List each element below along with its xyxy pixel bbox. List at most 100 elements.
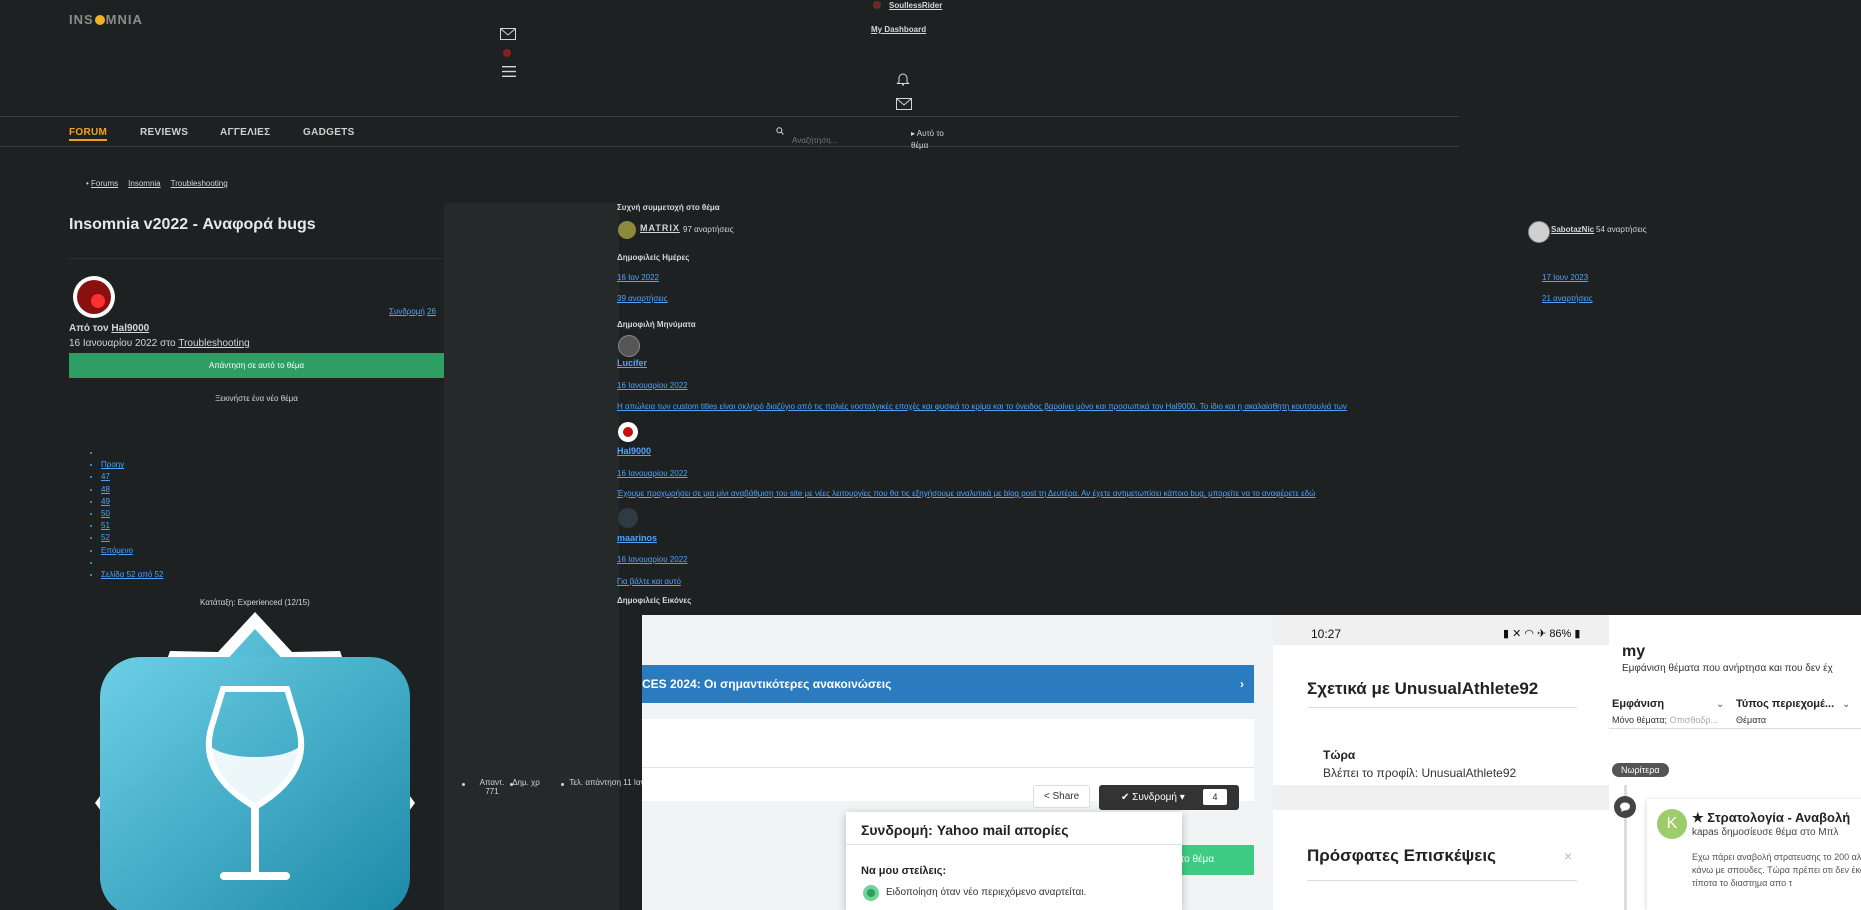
ces-banner-text: CES 2024: Οι σημαντικότερες ανακοινώσεις bbox=[642, 677, 892, 691]
pagination-empty bbox=[101, 557, 163, 569]
status-time: 10:27 bbox=[1311, 627, 1342, 641]
message-avatar[interactable] bbox=[618, 422, 638, 442]
screenshot-panel-my-content: my Εμφάνιση θέματα που ανήρτησα και που … bbox=[1609, 615, 1861, 910]
site-logo[interactable]: INS MNIA bbox=[69, 12, 143, 27]
recent-visits-title: Πρόσφατες Επισκέψεις bbox=[1307, 846, 1496, 865]
bell-icon[interactable] bbox=[896, 72, 910, 88]
breadcrumb: • Forums Insomnia Troubleshooting bbox=[86, 179, 228, 188]
popular-day-count[interactable]: 21 αναρτήσεις bbox=[1542, 294, 1593, 303]
message-author[interactable]: Lucifer bbox=[617, 358, 647, 368]
popup-title: Συνδρομή: Yahoo mail απορίες bbox=[861, 822, 1069, 838]
message-avatar[interactable] bbox=[618, 335, 640, 357]
topic-date: 16 Ιανουαρίου 2022 στο Troubleshooting bbox=[69, 338, 250, 349]
notify-radio[interactable] bbox=[863, 885, 879, 901]
share-label: Share bbox=[1052, 791, 1080, 802]
popular-day-count[interactable]: 39 αναρτήσεις bbox=[617, 294, 668, 303]
filter-show-value[interactable]: Μόνο θέματα; Οπισθοδρ... bbox=[1612, 715, 1718, 725]
new-topic-button[interactable]: Ξεκινήστε ένα νέο θέμα bbox=[69, 394, 444, 403]
share-button[interactable]: < Share bbox=[1033, 785, 1090, 808]
message-author[interactable]: maarinos bbox=[617, 533, 657, 543]
post-excerpt: Εχω πάρει αναβολή στρατευσης το 200 αλλο… bbox=[1692, 852, 1861, 888]
filter-type-label[interactable]: Τύπος περιεχομέ... bbox=[1736, 698, 1834, 710]
activity-time: Τώρα bbox=[1323, 748, 1356, 762]
pagination-page[interactable]: 47 bbox=[101, 472, 110, 481]
chevron-down-icon[interactable]: ⌄ bbox=[1716, 699, 1724, 710]
filter-type-value[interactable]: Θέματα bbox=[1736, 715, 1766, 725]
breadcrumb-forums[interactable]: Forums bbox=[91, 179, 118, 188]
breadcrumb-insomnia[interactable]: Insomnia bbox=[128, 179, 160, 188]
reply-button[interactable]: Απάντηση σε αυτό το θέμα bbox=[69, 353, 444, 378]
message-date[interactable]: 16 Ιανουαρίου 2022 bbox=[617, 469, 688, 478]
post-author-line: kapas δημοσίευσε θέμα στο Μπλ bbox=[1692, 827, 1839, 838]
avatar[interactable] bbox=[503, 49, 511, 57]
post-title[interactable]: ★ Στρατολογία - Αναβολή bbox=[1692, 810, 1850, 826]
post-avatar[interactable]: K bbox=[1657, 809, 1687, 839]
popup-send-label: Να μου στείλεις: bbox=[861, 865, 947, 877]
search-icon[interactable] bbox=[776, 127, 784, 137]
username-link[interactable]: SoullessRider bbox=[889, 1, 942, 10]
message-avatar[interactable] bbox=[618, 508, 638, 528]
close-icon[interactable]: × bbox=[1564, 848, 1572, 864]
about-card bbox=[1273, 645, 1609, 785]
subscribe-count[interactable]: Συνδρομή 26 bbox=[389, 307, 436, 316]
notify-option-label[interactable]: Ειδοποίηση όταν νέο περιεχόμενο αναρτείτ… bbox=[886, 887, 1086, 898]
popular-messages-title: Δημοφιλή Μηνύματα bbox=[617, 320, 696, 329]
ces-banner[interactable]: CES 2024: Οι σημαντικότερες ανακοινώσεις… bbox=[642, 665, 1254, 703]
filter-show-label[interactable]: Εμφάνιση bbox=[1612, 698, 1664, 710]
pagination-page[interactable]: 48 bbox=[101, 485, 110, 494]
message-excerpt[interactable]: Για βάλτε και αυτό bbox=[617, 577, 681, 586]
search-scope-select[interactable]: ▸ Αυτό το θέμα bbox=[911, 128, 961, 152]
nav-forum[interactable]: FORUM bbox=[69, 127, 108, 141]
divider bbox=[0, 116, 1459, 117]
user-avatar[interactable] bbox=[873, 1, 881, 9]
poster-name[interactable]: SabotazNic bbox=[1551, 225, 1594, 234]
pagination-page[interactable]: 52 bbox=[101, 533, 110, 542]
message-excerpt[interactable]: Έχουμε προχωρήσει σε μια μίνι αναβάθμιση… bbox=[617, 489, 1315, 498]
topic-column-background bbox=[444, 203, 619, 910]
author-link[interactable]: Hal9000 bbox=[111, 323, 149, 334]
rank-badge-icon bbox=[65, 607, 445, 910]
message-date[interactable]: 16 Ιανουαρίου 2022 bbox=[617, 381, 688, 390]
pagination-next[interactable]: Επόμενο bbox=[101, 546, 133, 555]
message-excerpt[interactable]: Η απώλεια των custom titles είναι σκληρό… bbox=[617, 402, 1347, 411]
popular-images-title: Δημοφιλείς Εικόνες bbox=[617, 596, 692, 605]
activity-post-card[interactable]: K ★ Στρατολογία - Αναβολή kapas δημοσίευ… bbox=[1647, 799, 1861, 910]
divider bbox=[69, 258, 444, 259]
divider bbox=[846, 844, 1182, 845]
message-author[interactable]: Hal9000 bbox=[617, 446, 651, 456]
poster-name[interactable]: MATRIX bbox=[640, 223, 680, 233]
pagination-page[interactable]: 51 bbox=[101, 521, 110, 530]
poster-avatar[interactable] bbox=[618, 221, 636, 239]
breadcrumb-troubleshooting[interactable]: Troubleshooting bbox=[171, 179, 228, 188]
popular-day-date[interactable]: 16 Ιαν 2022 bbox=[617, 273, 659, 282]
panel-description: Εμφάνιση θέματα που ανήρτησα και που δεν… bbox=[1622, 663, 1833, 674]
poster-post-count: 54 αναρτήσεις bbox=[1596, 225, 1647, 234]
chevron-down-icon[interactable]: ⌄ bbox=[1842, 699, 1850, 710]
hamburger-menu-icon[interactable] bbox=[502, 66, 516, 79]
subscribe-number[interactable]: 26 bbox=[427, 307, 436, 316]
page-title: Insomnia v2022 - Αναφορά bugs bbox=[69, 216, 316, 233]
pagination-page[interactable]: 49 bbox=[101, 497, 110, 506]
pagination: Προηγ 47 48 49 50 51 52 Επόμενο Σελίδα 5… bbox=[95, 447, 163, 581]
dashboard-link[interactable]: My Dashboard bbox=[871, 25, 926, 34]
messages-icon[interactable] bbox=[896, 98, 912, 112]
related-posters-title: Συχνή συμμετοχή στο θέμα bbox=[617, 203, 720, 212]
mail-icon[interactable] bbox=[500, 28, 516, 42]
popular-day-date[interactable]: 17 Ιουν 2023 bbox=[1542, 273, 1588, 282]
category-link[interactable]: Troubleshooting bbox=[178, 338, 249, 349]
nav-ads[interactable]: ΑΓΓΕΛΙΕΣ bbox=[220, 127, 270, 138]
author-avatar[interactable] bbox=[73, 276, 115, 318]
pagination-empty bbox=[101, 447, 163, 459]
status-icons: ▮ ✕ ◠ ✈ 86% ▮ bbox=[1503, 628, 1581, 640]
nav-reviews[interactable]: REVIEWS bbox=[140, 127, 188, 138]
about-title: Σχετικά με UnusualAthlete92 bbox=[1307, 679, 1539, 698]
nav-gadgets[interactable]: GADGETS bbox=[303, 127, 355, 138]
pagination-page[interactable]: 50 bbox=[101, 509, 110, 518]
subscribe-link[interactable]: Συνδρομή bbox=[389, 307, 425, 316]
search-input[interactable] bbox=[792, 134, 902, 146]
screenshot-panel-profile: 10:27 ▮ ✕ ◠ ✈ 86% ▮ Σχετικά με UnusualAt… bbox=[1273, 615, 1609, 910]
pagination-page-of[interactable]: Σελίδα 52 από 52 bbox=[101, 570, 163, 579]
pagination-prev[interactable]: Προηγ bbox=[101, 460, 124, 469]
message-date[interactable]: 16 Ιανουαρίου 2022 bbox=[617, 555, 688, 564]
poster-avatar[interactable] bbox=[1528, 221, 1550, 243]
